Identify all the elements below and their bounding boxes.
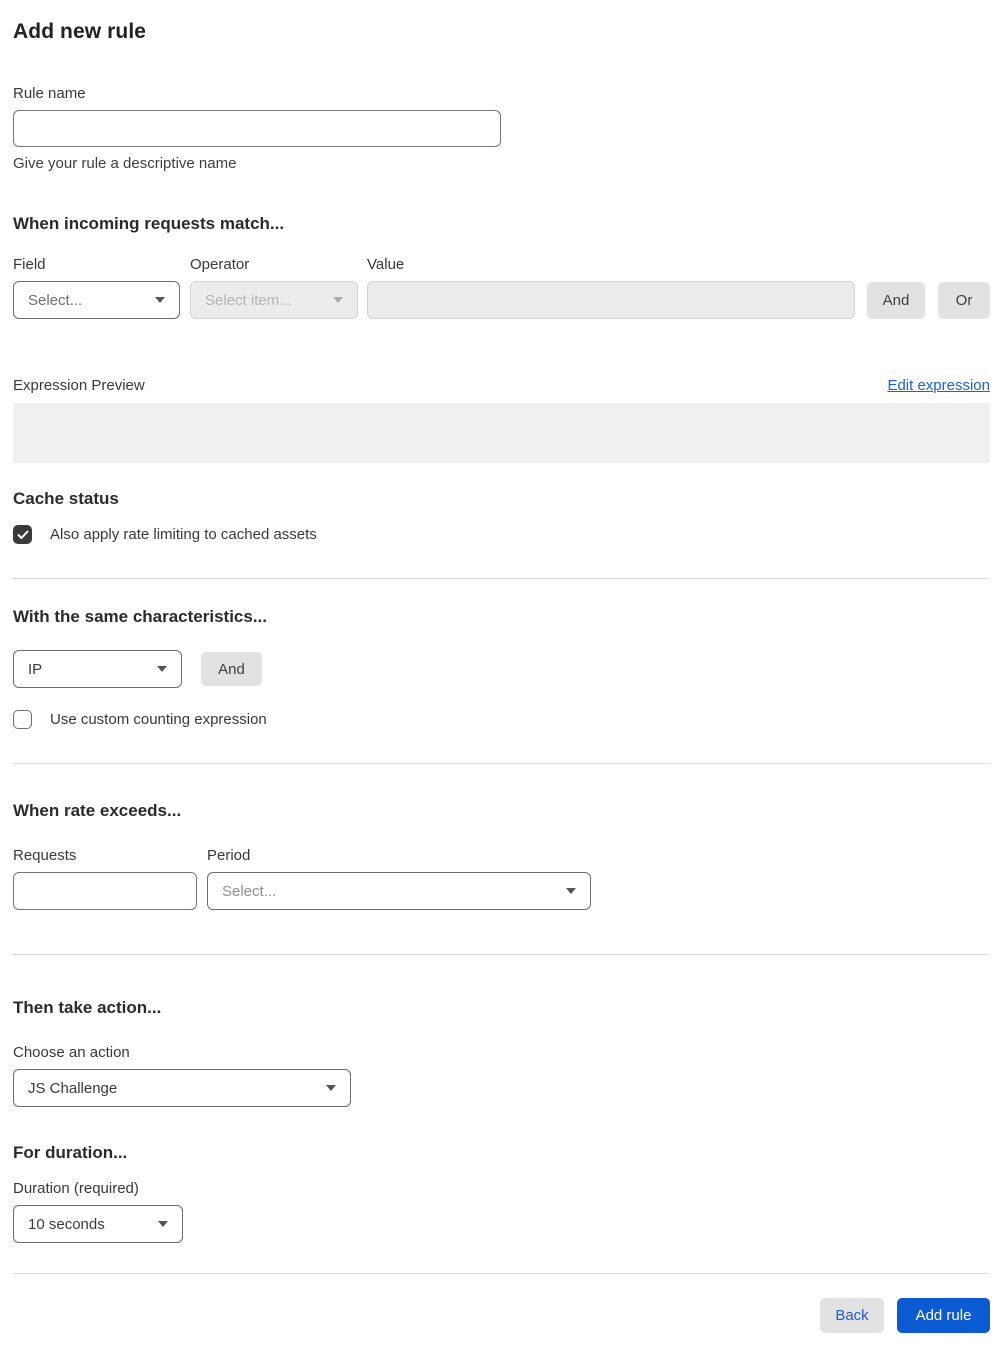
operator-select-value: Select item... [205, 291, 292, 309]
operator-label: Operator [190, 256, 250, 273]
custom-counting-checkbox[interactable] [13, 710, 32, 729]
period-label: Period [207, 847, 251, 864]
value-label: Value [367, 256, 405, 273]
page-title: Add new rule [13, 20, 147, 43]
field-select-value: Select... [28, 291, 83, 309]
chevron-down-icon [326, 1085, 336, 1091]
match-section-heading: When incoming requests match... [13, 214, 285, 233]
checkmark-icon [17, 530, 28, 539]
or-button[interactable]: Or [938, 281, 990, 319]
expression-preview-label: Expression Preview [13, 377, 145, 394]
action-heading: Then take action... [13, 998, 162, 1017]
footer-actions: Back Add rule [13, 1298, 990, 1333]
choose-action-label: Choose an action [13, 1044, 130, 1061]
value-input [367, 281, 855, 319]
requests-label: Requests [13, 847, 77, 864]
rate-heading: When rate exceeds... [13, 801, 182, 820]
characteristic-select[interactable]: IP [13, 650, 182, 688]
divider [13, 578, 990, 579]
rule-name-helper: Give your rule a descriptive name [13, 155, 237, 172]
expression-preview-box [13, 403, 990, 463]
cached-assets-checkbox[interactable] [13, 525, 32, 544]
chevron-down-icon [158, 1221, 168, 1227]
characteristics-and-button[interactable]: And [201, 652, 262, 686]
requests-input[interactable] [13, 872, 197, 910]
duration-label: Duration (required) [13, 1180, 139, 1197]
and-button[interactable]: And [867, 281, 925, 319]
cached-assets-label: Also apply rate limiting to cached asset… [50, 526, 317, 543]
rule-name-label: Rule name [13, 85, 86, 102]
period-select-value: Select... [222, 882, 277, 900]
period-select[interactable]: Select... [207, 872, 591, 910]
divider [13, 954, 990, 955]
operator-select: Select item... [190, 281, 358, 319]
field-select[interactable]: Select... [13, 281, 180, 319]
add-rule-form: Add new rule Rule name Give your rule a … [0, 0, 1002, 1346]
chevron-down-icon [333, 297, 343, 303]
characteristics-heading: With the same characteristics... [13, 607, 268, 626]
chevron-down-icon [155, 297, 165, 303]
action-select[interactable]: JS Challenge [13, 1069, 351, 1107]
custom-counting-label: Use custom counting expression [50, 711, 267, 728]
rule-name-input[interactable] [13, 110, 501, 147]
duration-select[interactable]: 10 seconds [13, 1205, 183, 1243]
back-button[interactable]: Back [820, 1298, 884, 1333]
duration-select-value: 10 seconds [28, 1215, 105, 1233]
duration-heading: For duration... [13, 1143, 128, 1162]
add-rule-button[interactable]: Add rule [897, 1298, 990, 1333]
divider [13, 1273, 990, 1274]
action-select-value: JS Challenge [28, 1079, 118, 1097]
characteristic-select-value: IP [28, 660, 43, 678]
chevron-down-icon [157, 666, 167, 672]
chevron-down-icon [566, 888, 576, 894]
cache-status-heading: Cache status [13, 489, 119, 508]
field-label: Field [13, 256, 46, 273]
edit-expression-link[interactable]: Edit expression [887, 377, 990, 394]
divider [13, 763, 990, 764]
